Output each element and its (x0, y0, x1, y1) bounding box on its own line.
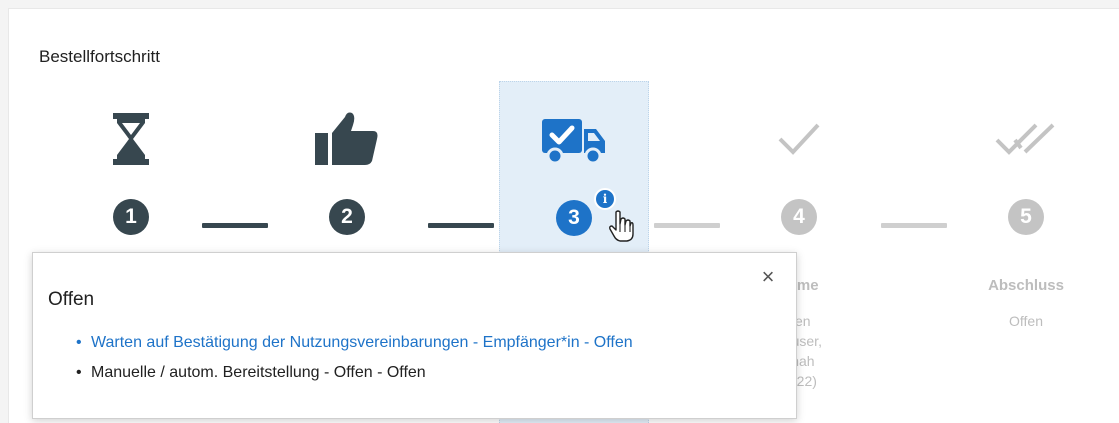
status-popover: × Offen Warten auf Bestätigung der Nutzu… (32, 252, 797, 419)
step-5-label: Abschluss (988, 277, 1064, 294)
step-2-number[interactable]: 2 (329, 199, 365, 235)
step-5-number[interactable]: 5 (1008, 199, 1044, 235)
connector-2-3 (428, 223, 494, 228)
connector-3-4 (654, 223, 720, 228)
truck-check-icon (500, 110, 648, 170)
double-check-icon (951, 109, 1101, 169)
close-icon[interactable]: × (758, 266, 778, 288)
check-icon (724, 109, 874, 169)
step-5-status: Offen (1009, 313, 1043, 329)
task-item-provisioning: Manuelle / autom. Bereitstellung - Offen… (76, 358, 633, 388)
thumbs-up-icon (272, 109, 422, 169)
connector-1-2 (202, 223, 268, 228)
info-icon[interactable]: i (594, 188, 616, 210)
hourglass-icon (56, 109, 206, 169)
card-title: Bestellfortschritt (39, 47, 160, 66)
popover-task-list: Warten auf Bestätigung der Nutzungsverei… (76, 328, 633, 388)
task-link-usage-agreement[interactable]: Warten auf Bestätigung der Nutzungsverei… (76, 328, 633, 358)
step-1-number[interactable]: 1 (113, 199, 149, 235)
step-3-number[interactable]: 3 (556, 200, 592, 236)
step-4-number[interactable]: 4 (781, 199, 817, 235)
popover-title: Offen (48, 289, 95, 310)
connector-4-5 (881, 223, 947, 228)
step-5: 5 Abschluss Offen (951, 81, 1101, 423)
hand-cursor-icon (608, 210, 634, 242)
